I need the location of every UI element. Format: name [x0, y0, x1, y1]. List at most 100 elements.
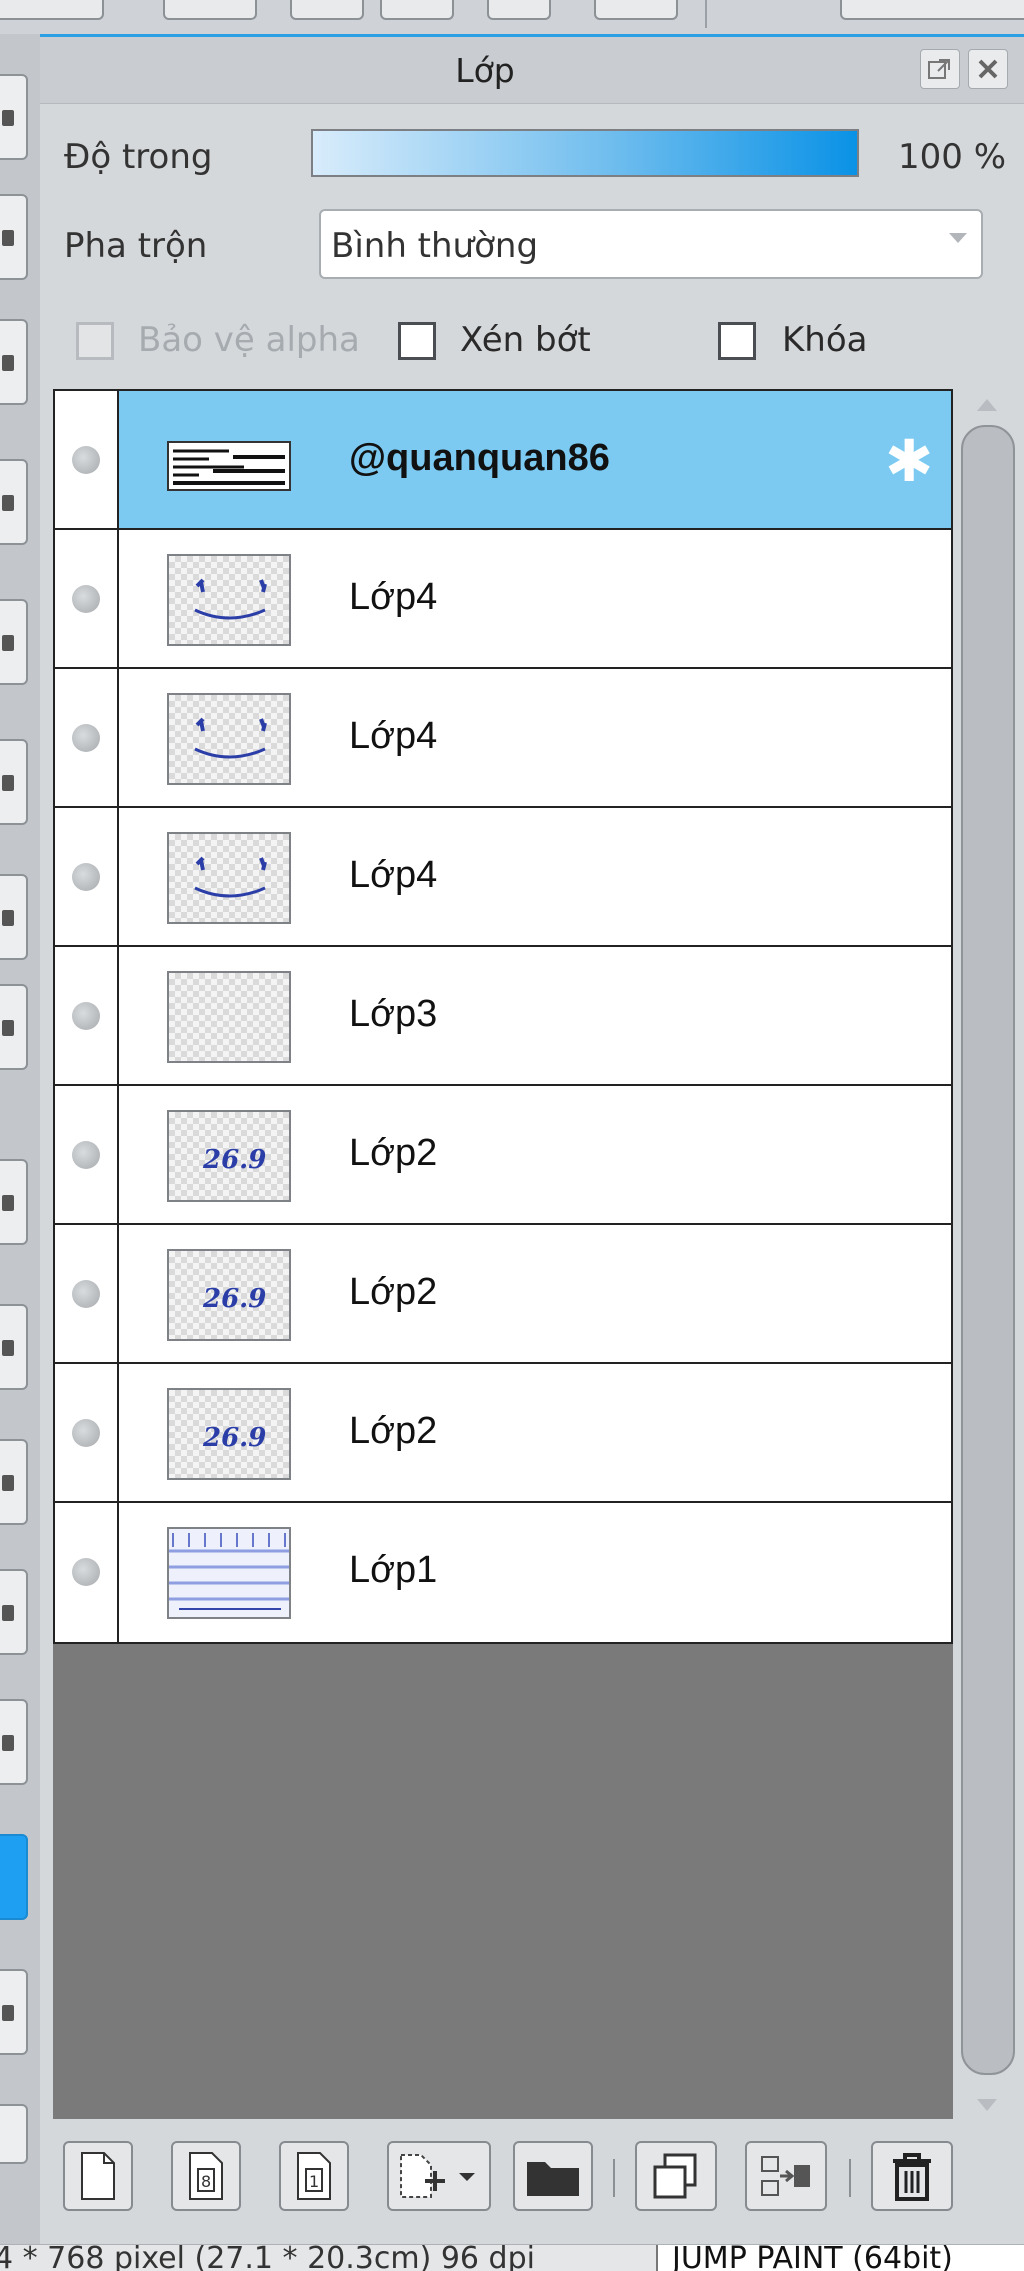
new-layer-icon[interactable]	[63, 2141, 133, 2211]
scroll-up-icon[interactable]	[977, 399, 997, 411]
opacity-slider[interactable]	[311, 129, 859, 177]
scroll-down-icon[interactable]	[977, 2099, 997, 2111]
visibility-toggle[interactable]	[55, 1225, 119, 1362]
new-8bit-layer-icon[interactable]: 8	[171, 2141, 241, 2211]
clip-label: Xén bớt	[460, 320, 591, 360]
active-tool-icon[interactable]	[0, 1834, 28, 1920]
new-1bit-layer-icon[interactable]: 1	[279, 2141, 349, 2211]
layer-thumbnail	[167, 441, 291, 491]
lasso-tool-icon[interactable]	[0, 1304, 28, 1390]
close-icon[interactable]	[968, 49, 1008, 89]
select-tool-icon[interactable]	[0, 1159, 28, 1245]
popout-icon[interactable]	[920, 49, 960, 89]
trash-icon[interactable]	[871, 2141, 953, 2211]
layer-name: Lớp4	[349, 715, 438, 757]
layer-name: @quanquan86	[349, 437, 610, 479]
visibility-toggle[interactable]	[55, 530, 119, 667]
canvas-size-text: 4 * 768 pixel (27.1 * 20.3cm) 96 dpi	[0, 2244, 535, 2271]
blend-mode-value: Bình thường	[331, 226, 539, 266]
eraser-tool-icon[interactable]	[0, 319, 28, 405]
marker-tool-icon[interactable]	[0, 599, 28, 685]
toolbar-divider	[613, 2159, 615, 2197]
thumbnail-text: 26.9	[202, 1423, 266, 1453]
layer-row[interactable]: 26.9 Lớp2	[55, 1364, 951, 1503]
layer-thumbnail	[167, 971, 291, 1063]
eye-icon	[72, 1002, 100, 1030]
layer-list: @quanquan86 ✱ Lớp4 Lớp4 Lớp4 Lớp3 26.9 L…	[53, 389, 953, 1644]
layer-thumbnail	[167, 554, 291, 646]
hand-tool-icon[interactable]	[0, 1969, 28, 2055]
opacity-label: Độ trong	[64, 137, 213, 177]
layer-thumbnail: 26.9	[167, 1110, 291, 1202]
layer-name: Lớp3	[349, 993, 438, 1035]
fill-tool-icon[interactable]	[0, 739, 28, 825]
clip-checkbox[interactable]	[398, 322, 436, 360]
visibility-toggle[interactable]	[55, 1364, 119, 1501]
toolbar-button[interactable]	[163, 0, 257, 20]
thumbnail-text: 26.9	[202, 1284, 266, 1314]
color-tool-icon[interactable]	[0, 984, 28, 1070]
panel-title: Lớp	[455, 51, 515, 90]
svg-text:8: 8	[201, 2172, 211, 2191]
layer-row[interactable]: 26.9 Lớp2	[55, 1225, 951, 1364]
layer-row[interactable]: 26.9 Lớp2	[55, 1086, 951, 1225]
eye-icon	[72, 1558, 100, 1586]
duplicate-layer-icon[interactable]	[635, 2141, 717, 2211]
layer-row[interactable]: @quanquan86 ✱	[55, 391, 951, 530]
layer-list-area: @quanquan86 ✱ Lớp4 Lớp4 Lớp4 Lớp3 26.9 L…	[53, 389, 953, 2119]
thumbnail-text: 26.9	[202, 1145, 266, 1175]
top-toolbar	[0, 0, 1024, 37]
scrollbar-thumb[interactable]	[961, 425, 1015, 2075]
layer-name: Lớp2	[349, 1410, 438, 1452]
pen-tool-icon[interactable]	[0, 74, 28, 160]
toolbar-button[interactable]	[380, 0, 454, 20]
visibility-toggle[interactable]	[55, 669, 119, 806]
dropper-tool-icon[interactable]	[0, 1569, 28, 1655]
toolbar-button[interactable]	[487, 0, 551, 20]
layer-row[interactable]: Lớp3	[55, 947, 951, 1086]
gear-icon[interactable]: ✱	[879, 431, 939, 491]
brush-tool-icon[interactable]	[0, 194, 28, 280]
toolbar-button[interactable]	[290, 0, 364, 20]
toolbar-divider	[849, 2159, 851, 2197]
visibility-toggle[interactable]	[55, 947, 119, 1084]
eye-icon	[72, 1141, 100, 1169]
pencil-tool-icon[interactable]	[0, 459, 28, 545]
protect-alpha-checkbox[interactable]	[76, 322, 114, 360]
move-tool-icon[interactable]	[0, 1699, 28, 1785]
eye-icon	[72, 724, 100, 752]
lock-label: Khóa	[782, 320, 868, 360]
layer-row[interactable]: Lớp1	[55, 1503, 951, 1642]
eye-icon	[72, 1280, 100, 1308]
layer-name: Lớp2	[349, 1271, 438, 1313]
layer-row[interactable]: Lớp4	[55, 530, 951, 669]
blend-mode-select[interactable]: Bình thường	[319, 209, 983, 279]
eye-icon	[72, 1419, 100, 1447]
visibility-toggle[interactable]	[55, 1086, 119, 1223]
zoom-tool-icon[interactable]	[0, 2104, 28, 2164]
chevron-down-icon	[949, 233, 967, 243]
eye-icon	[72, 446, 100, 474]
layer-name: Lớp4	[349, 576, 438, 618]
toolbar-button[interactable]	[840, 0, 1024, 20]
layer-row[interactable]: Lớp4	[55, 669, 951, 808]
bucket-tool-icon[interactable]	[0, 874, 28, 960]
eye-icon	[72, 863, 100, 891]
merge-layer-icon[interactable]	[745, 2141, 827, 2211]
visibility-toggle[interactable]	[55, 1503, 119, 1642]
app-name: JUMP PAINT (64bit)	[656, 2245, 1024, 2271]
toolbar-button[interactable]	[0, 0, 104, 20]
layer-thumbnail	[167, 832, 291, 924]
sparkle-tool-icon[interactable]	[0, 1439, 28, 1525]
folder-icon[interactable]	[513, 2141, 593, 2211]
toolbar-button[interactable]	[594, 0, 678, 20]
layer-scrollbar[interactable]	[957, 389, 1019, 2119]
lock-checkbox[interactable]	[718, 322, 756, 360]
panel-titlebar: Lớp	[40, 37, 1024, 104]
visibility-toggle[interactable]	[55, 391, 119, 528]
layer-toolbar: 8 1	[53, 2125, 1019, 2235]
layer-row[interactable]: Lớp4	[55, 808, 951, 947]
add-layer-menu-icon[interactable]	[387, 2141, 491, 2211]
layer-panel: Lớp Độ trong 100 % Pha trộn Bình thường …	[40, 37, 1024, 2244]
visibility-toggle[interactable]	[55, 808, 119, 945]
